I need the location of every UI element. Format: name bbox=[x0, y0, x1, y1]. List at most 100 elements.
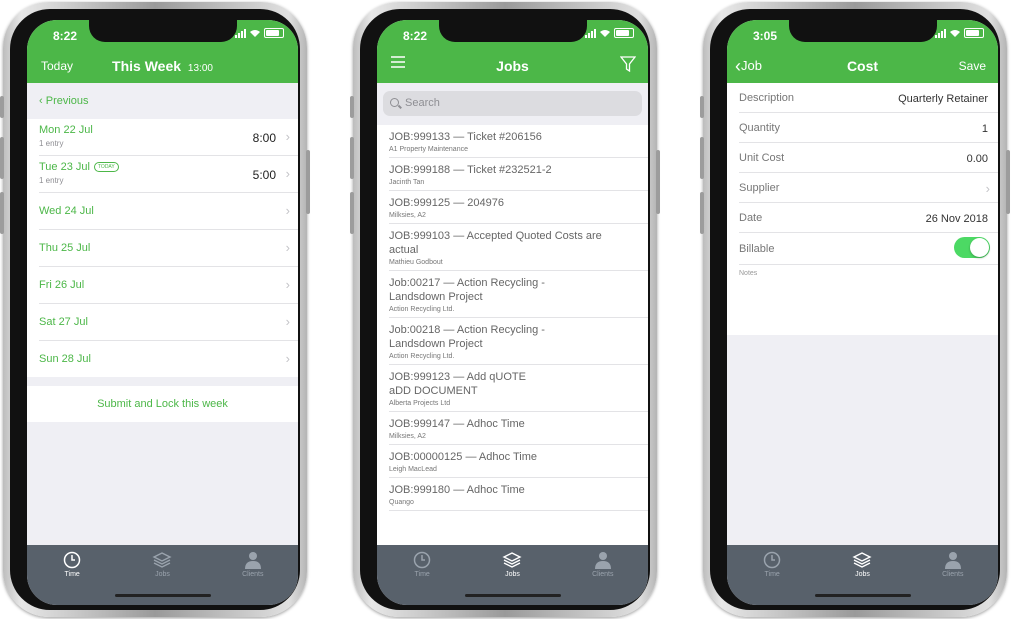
description-field[interactable]: Description Quarterly Retainer bbox=[739, 83, 998, 113]
day-row-fri[interactable]: Fri 26 Jul › bbox=[39, 267, 298, 304]
unit-cost-field[interactable]: Unit Cost 0.00 bbox=[739, 143, 998, 173]
home-indicator[interactable] bbox=[815, 594, 911, 597]
battery-icon bbox=[264, 28, 284, 38]
tab-time[interactable]: Time bbox=[42, 545, 102, 605]
clock-icon bbox=[763, 551, 781, 569]
chevron-right-icon: › bbox=[285, 314, 290, 329]
day-label: Sat 27 Jul bbox=[39, 316, 88, 328]
battery-icon bbox=[614, 28, 634, 38]
clock-icon bbox=[413, 551, 431, 569]
job-client: Milksies, A2 bbox=[389, 212, 426, 219]
day-row-mon[interactable]: Mon 22 Jul 1 entry 8:00 › bbox=[39, 119, 298, 156]
day-label: Sun 28 Jul bbox=[39, 353, 91, 365]
home-indicator[interactable] bbox=[115, 594, 211, 597]
status-icons bbox=[235, 28, 284, 38]
phone-2-frame: Jobs 8:22 Search JOB:999133 — Ticket #20… bbox=[350, 2, 660, 617]
wifi-icon bbox=[600, 30, 610, 37]
list-item[interactable]: JOB:999147 — Adhoc Time Milksies, A2 bbox=[389, 412, 648, 445]
tab-label: Clients bbox=[942, 571, 964, 578]
field-value: 26 Nov 2018 bbox=[925, 213, 988, 225]
home-indicator[interactable] bbox=[465, 594, 561, 597]
job-client: Milksies, A2 bbox=[389, 433, 426, 440]
tab-clients[interactable]: Clients bbox=[573, 545, 633, 605]
job-title: Job:00217 — Action Recycling - Landsdown… bbox=[389, 277, 545, 303]
list-item[interactable]: JOB:999123 — Add qUOTE aDD DOCUMENT Alber… bbox=[389, 365, 648, 412]
field-label: Supplier bbox=[739, 182, 780, 194]
battery-icon bbox=[964, 28, 984, 38]
quantity-field[interactable]: Quantity 1 bbox=[739, 113, 998, 143]
chevron-right-icon: › bbox=[985, 181, 990, 196]
tab-clients[interactable]: Clients bbox=[923, 545, 983, 605]
status-time: 3:05 bbox=[753, 29, 778, 43]
tab-label: Jobs bbox=[855, 571, 870, 578]
volume-up-button bbox=[350, 137, 354, 179]
wifi-icon bbox=[950, 30, 960, 37]
chevron-right-icon: › bbox=[285, 240, 290, 255]
search-input[interactable]: Search bbox=[383, 91, 642, 116]
filter-icon[interactable] bbox=[619, 56, 637, 75]
field-label: Description bbox=[739, 92, 795, 104]
day-row-tue[interactable]: Tue 23 Jul TODAY 1 entry 5:00 › bbox=[39, 156, 298, 193]
jobs-screen: Jobs 8:22 Search JOB:999133 — Ticket #20… bbox=[377, 20, 648, 605]
date-field[interactable]: Date 26 Nov 2018 bbox=[739, 203, 998, 233]
volume-up-button bbox=[700, 137, 704, 179]
day-row-sat[interactable]: Sat 27 Jul › bbox=[39, 304, 298, 341]
list-item[interactable]: Job:00218 — Action Recycling - Landsdown… bbox=[389, 318, 648, 365]
phone-1-frame: Today This Week 13:00 8:22 ‹ Previous Mo… bbox=[0, 2, 310, 617]
list-item[interactable]: JOB:999133 — Ticket #206156 A1 Property M… bbox=[389, 125, 648, 158]
list-item[interactable]: JOB:999188 — Ticket #232521-2 Jacinth Tan bbox=[389, 158, 648, 191]
job-title: JOB:999103 — Accepted Quoted Costs are a… bbox=[389, 230, 602, 256]
list-item[interactable]: JOB:00000125 — Adhoc Time Leigh MacLead bbox=[389, 445, 648, 478]
list-item[interactable]: Job:00217 — Action Recycling - Landsdown… bbox=[389, 271, 648, 318]
day-row-thu[interactable]: Thu 25 Jul › bbox=[39, 230, 298, 267]
tab-label: Jobs bbox=[505, 571, 520, 578]
previous-week-button[interactable]: ‹ Previous bbox=[39, 95, 89, 107]
week-total: 13:00 bbox=[187, 63, 213, 74]
field-value: 0.00 bbox=[966, 153, 988, 165]
notes-field[interactable]: Notes bbox=[739, 265, 998, 335]
cost-form: Description Quarterly Retainer Quantity … bbox=[727, 83, 998, 335]
field-value: Quarterly Retainer bbox=[898, 93, 988, 105]
entry-count: 1 entry bbox=[39, 176, 64, 185]
list-item[interactable]: JOB:999103 — Accepted Quoted Costs are a… bbox=[389, 224, 648, 271]
list-item[interactable]: JOB:999180 — Adhoc Time Quango bbox=[389, 478, 648, 511]
nav-title: Cost bbox=[846, 58, 879, 74]
job-client: Alberta Projects Ltd bbox=[389, 400, 451, 407]
person-icon bbox=[944, 552, 961, 569]
job-title: JOB:999123 — Add qUOTE aDD DOCUMENT bbox=[389, 371, 526, 397]
tab-label: Time bbox=[64, 571, 80, 578]
supplier-field[interactable]: Supplier › bbox=[739, 173, 998, 203]
billable-toggle[interactable] bbox=[954, 237, 990, 258]
status-time: 8:22 bbox=[53, 29, 78, 43]
list-item[interactable]: JOB:999125 — 204976 Milksies, A2 bbox=[389, 191, 648, 224]
tab-time[interactable]: Time bbox=[742, 545, 802, 605]
volume-down-button bbox=[700, 192, 704, 234]
week-navigation: ‹ Previous bbox=[27, 83, 298, 119]
save-button[interactable]: Save bbox=[959, 59, 986, 73]
volume-up-button bbox=[0, 137, 4, 179]
tab-clients[interactable]: Clients bbox=[223, 545, 283, 605]
status-icons bbox=[585, 28, 634, 38]
job-title: JOB:999133 — Ticket #206156 bbox=[389, 131, 542, 143]
day-label: Fri 26 Jul bbox=[39, 279, 85, 291]
field-label: Date bbox=[739, 212, 763, 224]
day-label: Mon 22 Jul bbox=[39, 124, 93, 136]
tab-time[interactable]: Time bbox=[392, 545, 452, 605]
entry-count: 1 entry bbox=[39, 139, 64, 148]
field-label: Unit Cost bbox=[739, 152, 785, 164]
submit-lock-week-button[interactable]: Submit and Lock this week bbox=[27, 386, 298, 422]
day-hours: 8:00 bbox=[252, 131, 276, 145]
field-value: 1 bbox=[981, 123, 988, 135]
job-title: Job:00218 — Action Recycling - Landsdown… bbox=[389, 324, 545, 350]
field-label: Quantity bbox=[739, 122, 780, 134]
job-title: JOB:999125 — 204976 bbox=[389, 197, 504, 209]
day-row-sun[interactable]: Sun 28 Jul › bbox=[39, 341, 298, 377]
tab-label: Time bbox=[764, 571, 780, 578]
day-label: Thu 25 Jul bbox=[39, 242, 91, 254]
search-icon bbox=[390, 98, 399, 107]
week-title: This Week bbox=[112, 58, 182, 74]
nav-title: Jobs bbox=[496, 58, 529, 74]
tab-label: Time bbox=[414, 571, 430, 578]
notch bbox=[789, 20, 937, 42]
day-row-wed[interactable]: Wed 24 Jul › bbox=[39, 193, 298, 230]
